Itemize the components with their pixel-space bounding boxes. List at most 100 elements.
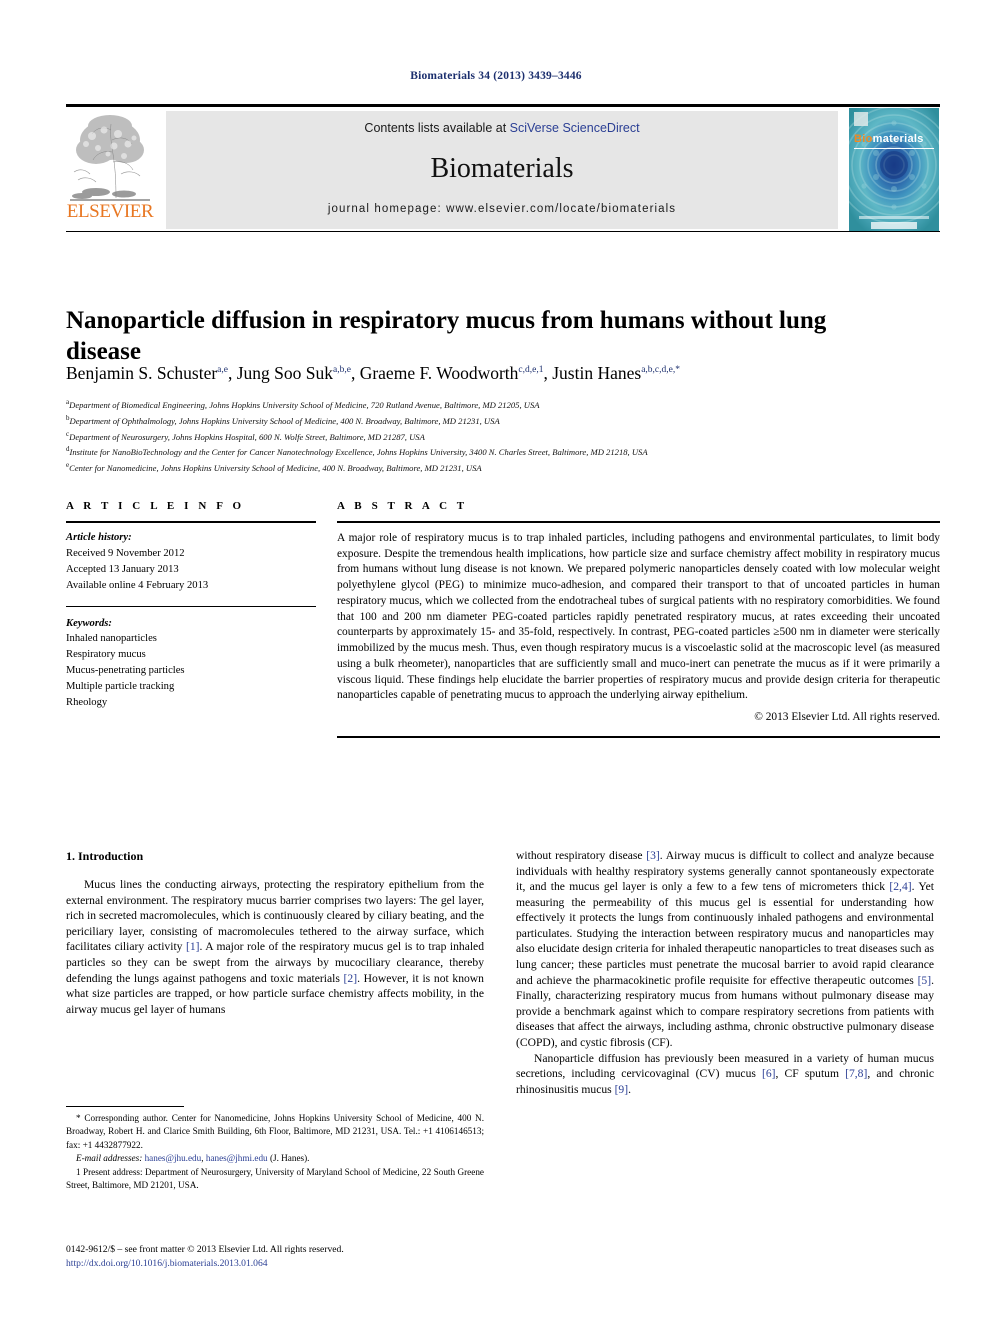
abstract-box: A B S T R A C T A major role of respirat… — [337, 500, 940, 738]
footnote-block: * Corresponding author. Center for Nanom… — [66, 1106, 484, 1193]
cover-footer-bar — [859, 216, 929, 219]
article-info-separator — [66, 605, 316, 607]
journal-homepage-link[interactable]: journal homepage: www.elsevier.com/locat… — [166, 203, 838, 215]
cover-title: Biomaterials — [854, 133, 924, 145]
footnote-corresponding-author: * Corresponding author. Center for Nanom… — [66, 1113, 484, 1150]
abstract-bottom-rule — [337, 735, 940, 738]
affiliation-item: cDepartment of Neurosurgery, Johns Hopki… — [66, 429, 940, 445]
keywords-label: Keywords: — [66, 617, 112, 629]
paragraph-text: . Yet measuring the permeability of this… — [516, 880, 934, 987]
author-item: Justin Hanesa,b,c,d,e,* — [552, 363, 680, 383]
abstract-body: A major role of respiratory mucus is to … — [337, 532, 940, 702]
citation-ref[interactable]: [1] — [186, 940, 200, 953]
elsevier-tree-icon — [66, 110, 154, 202]
issn-copyright-line: 0142-9612/$ – see front matter © 2013 El… — [66, 1244, 344, 1255]
abstract-top-rule — [337, 521, 940, 523]
sciencedirect-link[interactable]: SciVerse ScienceDirect — [510, 121, 640, 135]
colophon: 0142-9612/$ – see front matter © 2013 El… — [66, 1243, 496, 1272]
footnote-emails: E-mail addresses: hanes@jhu.edu, hanes@j… — [66, 1152, 484, 1165]
author-separator: , — [350, 363, 360, 383]
footnote-rule — [66, 1106, 184, 1107]
contents-prefix: Contents lists available at — [364, 121, 510, 135]
journal-title: Biomaterials — [430, 153, 574, 184]
paragraph-text: without respiratory disease — [516, 849, 647, 862]
running-head: Biomaterials 34 (2013) 3439–3446 — [410, 70, 582, 82]
body-column-right: without respiratory disease [3]. Airway … — [516, 848, 934, 1097]
author-item: Benjamin S. Schustera,e — [66, 363, 228, 383]
author-item: Graeme F. Woodworthc,d,e,1 — [360, 363, 544, 383]
citation-ref[interactable]: [9] — [615, 1083, 629, 1096]
author-name: Graeme F. Woodworth — [359, 363, 519, 383]
journal-masthead: ELSEVIER Contents lists available at Sci… — [66, 104, 940, 234]
affiliation-list: aDepartment of Biomedical Engineering, J… — [66, 397, 940, 476]
affiliation-text: Institute for NanoBioTechnology and the … — [69, 447, 648, 458]
author-affil-marker: a,b,c,d,e,* — [641, 365, 680, 376]
abstract-copyright: © 2013 Elsevier Ltd. All rights reserved… — [754, 711, 940, 724]
cover-publisher-mark — [854, 112, 868, 126]
page-title: Nanoparticle diffusion in respiratory mu… — [66, 306, 827, 366]
email-link[interactable]: hanes@jhmi.edu — [206, 1153, 268, 1163]
cover-title-materials: materials — [872, 133, 924, 145]
keyword-item: Rheology — [66, 697, 108, 709]
keyword-item: Respiratory mucus — [66, 649, 146, 661]
body-column-left: 1. Introduction Mucus lines the conducti… — [66, 848, 484, 1017]
cover-artwork — [849, 108, 939, 232]
elsevier-logo: ELSEVIER — [66, 110, 154, 232]
affiliation-item: dInstitute for NanoBioTechnology and the… — [66, 444, 940, 460]
email-link[interactable]: hanes@jhu.edu — [145, 1153, 202, 1163]
masthead-bottom-rule — [66, 231, 940, 232]
author-separator: , — [543, 363, 553, 383]
citation-ref[interactable]: [3] — [646, 849, 660, 862]
history-received: Received 9 November 2012 — [66, 547, 185, 559]
affiliation-item: bDepartment of Ophthalmology, Johns Hopk… — [66, 413, 940, 429]
article-info-heading: A R T I C L E I N F O — [66, 500, 245, 512]
author-affil-marker: c,d,e,1 — [518, 365, 544, 376]
affiliation-item: aDepartment of Biomedical Engineering, J… — [66, 397, 940, 413]
abstract-text: A major role of respiratory mucus is to … — [337, 531, 940, 726]
footnote-present-address: 1 Present address: Department of Neurosu… — [66, 1166, 484, 1191]
author-list: Benjamin S. Schustera,e, Jung Soo Suka,b… — [66, 362, 940, 385]
keywords-block: Keywords: Inhaled nanoparticles Respirat… — [66, 616, 316, 711]
author-separator: , — [227, 363, 237, 383]
paragraph: Nanoparticle diffusion has previously be… — [516, 1051, 934, 1098]
journal-cover-thumbnail: Biomaterials — [849, 108, 939, 232]
citation-ref[interactable]: [2,4] — [889, 880, 911, 893]
contents-line: Contents lists available at SciVerse Sci… — [166, 121, 838, 135]
citation-ref[interactable]: [7,8] — [845, 1067, 867, 1080]
email-label: E-mail addresses: — [76, 1153, 143, 1164]
history-online: Available online 4 February 2013 — [66, 579, 209, 591]
history-accepted: Accepted 13 January 2013 — [66, 563, 179, 575]
paragraph: Mucus lines the conducting airways, prot… — [66, 877, 484, 1017]
affiliation-text: Center for Nanomedicine, Johns Hopkins U… — [69, 462, 482, 473]
section-heading-introduction: 1. Introduction — [66, 849, 144, 863]
article-info-rule — [66, 521, 316, 523]
article-page: Biomaterials 34 (2013) 3439–3446 ELSEVIE… — [0, 0, 992, 1323]
author-name: Benjamin S. Schuster — [66, 363, 218, 383]
masthead-top-rule — [66, 104, 940, 107]
author-name: Justin Hanes — [552, 363, 642, 383]
citation-ref[interactable]: [5] — [918, 974, 932, 987]
keyword-item: Inhaled nanoparticles — [66, 633, 157, 645]
author-affil-marker: a,b,e — [333, 365, 351, 376]
keyword-item: Mucus-penetrating particles — [66, 665, 185, 677]
citation-ref[interactable]: [6] — [762, 1067, 776, 1080]
abstract-heading: A B S T R A C T — [337, 500, 468, 512]
affiliation-text: Department of Neurosurgery, Johns Hopkin… — [69, 431, 425, 442]
author-item: Jung Soo Suka,b,e — [237, 363, 351, 383]
citation-ref[interactable]: [2] — [344, 972, 358, 985]
cover-publisher-badge — [871, 222, 917, 229]
affiliation-text: Department of Biomedical Engineering, Jo… — [69, 399, 540, 410]
email-owner: (J. Hanes). — [267, 1153, 310, 1164]
masthead-banner: Contents lists available at SciVerse Sci… — [166, 111, 838, 229]
paragraph-text: , CF sputum — [775, 1067, 846, 1081]
cover-title-bio: Bio — [854, 133, 873, 145]
author-affil-marker: a,e — [217, 365, 228, 376]
affiliation-text: Department of Ophthalmology, Johns Hopki… — [69, 415, 500, 426]
article-history-label: Article history: — [66, 532, 132, 543]
affiliation-item: eCenter for Nanomedicine, Johns Hopkins … — [66, 460, 940, 476]
article-info-box: A R T I C L E I N F O Article history: R… — [66, 500, 316, 711]
article-history: Article history: Received 9 November 201… — [66, 530, 316, 594]
paragraph-text: . — [628, 1082, 631, 1096]
doi-link[interactable]: http://dx.doi.org/10.1016/j.biomaterials… — [66, 1257, 496, 1271]
elsevier-wordmark: ELSEVIER — [66, 201, 154, 222]
